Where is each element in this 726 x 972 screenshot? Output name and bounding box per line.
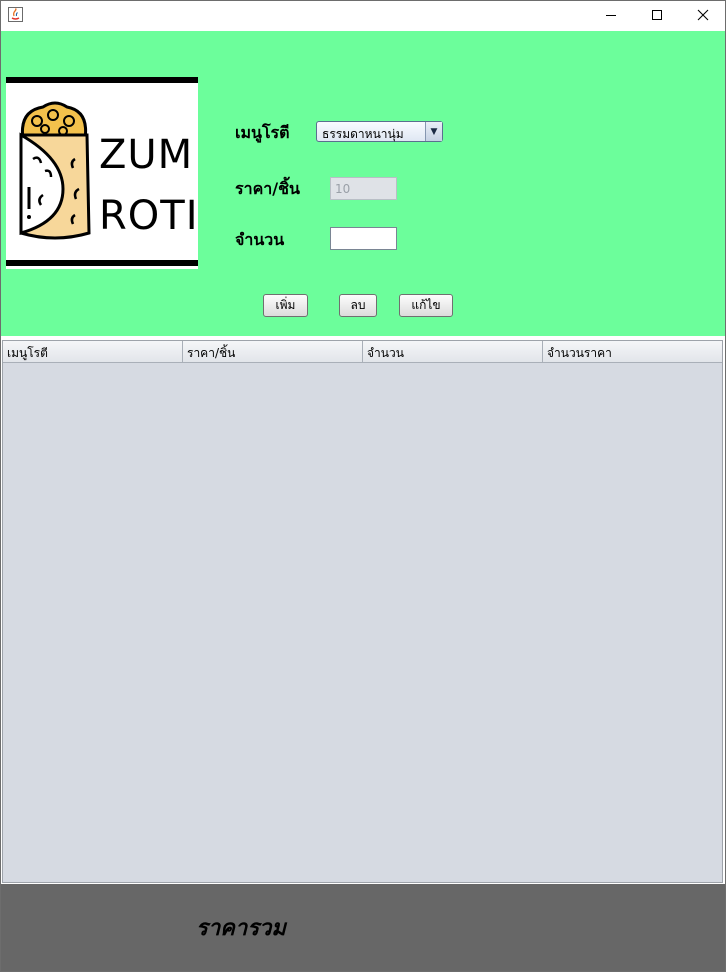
- minimize-icon: [606, 15, 616, 16]
- delete-button[interactable]: ลบ: [339, 294, 377, 317]
- edit-button[interactable]: แก้ไข: [399, 294, 453, 317]
- chevron-down-icon[interactable]: ▼: [425, 122, 442, 141]
- window-titlebar: [0, 0, 726, 32]
- logo-top-bar: [6, 77, 198, 83]
- close-button[interactable]: [680, 0, 726, 30]
- java-app-icon: [8, 7, 23, 22]
- maximize-icon: [652, 10, 662, 20]
- zum-roti-logo: ZUM ROTI: [6, 77, 198, 269]
- minimize-button[interactable]: [588, 0, 634, 30]
- column-header-price[interactable]: ราคา/ชิ้น: [183, 341, 363, 362]
- close-icon: [697, 9, 709, 21]
- menu-select-value: ธรรมดาหนานุ่ม: [322, 127, 404, 141]
- table-header: เมนูโรตี ราคา/ชิ้น จำนวน จำนวนราคา: [3, 341, 722, 363]
- order-table[interactable]: เมนูโรตี ราคา/ชิ้น จำนวน จำนวนราคา: [2, 340, 723, 883]
- maximize-button[interactable]: [634, 0, 680, 30]
- logo-bottom-bar: [6, 260, 198, 266]
- total-label: ราคารวม: [196, 916, 286, 941]
- roti-wrap-icon: [19, 101, 91, 240]
- price-label: ราคา/ชิ้น: [235, 179, 300, 198]
- column-header-total[interactable]: จำนวนราคา: [543, 341, 722, 362]
- total-panel: [0, 884, 726, 972]
- menu-select[interactable]: ธรรมดาหนานุ่ม ▼: [316, 121, 443, 142]
- column-header-quantity[interactable]: จำนวน: [363, 341, 543, 362]
- quantity-field[interactable]: [330, 227, 397, 250]
- logo-text-zum: ZUM: [99, 132, 194, 178]
- menu-label: เมนูโรตี: [235, 123, 290, 142]
- logo-text-roti: ROTI: [99, 193, 199, 239]
- price-field: [330, 177, 397, 200]
- quantity-label: จำนวน: [235, 230, 285, 249]
- add-button[interactable]: เพิ่ม: [263, 294, 308, 317]
- column-header-menu[interactable]: เมนูโรตี: [3, 341, 183, 362]
